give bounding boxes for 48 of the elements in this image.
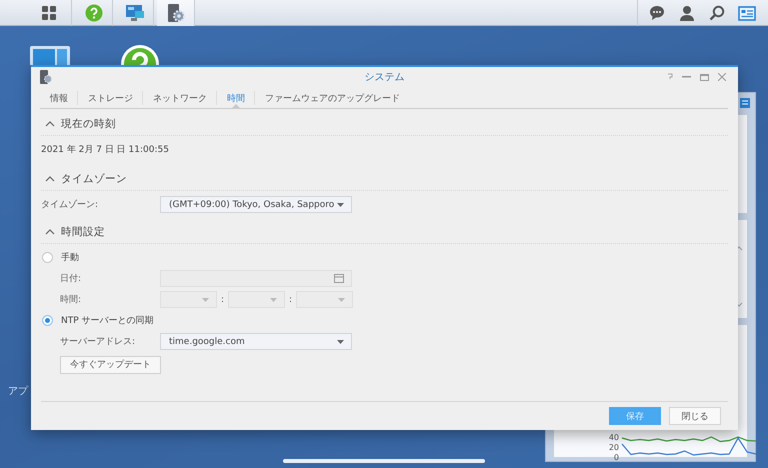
radio-label[interactable]: NTP サーバーとの同期 — [61, 314, 154, 327]
dropdown-arrow-icon — [337, 202, 344, 206]
taskbar-button[interactable] — [157, 0, 195, 26]
calendar-icon — [334, 274, 344, 283]
settings-icon — [39, 70, 53, 84]
chevron-up-icon[interactable] — [45, 229, 55, 235]
section-title: 現在の時刻 — [61, 117, 116, 131]
settings-icon — [166, 3, 186, 23]
close-button[interactable]: 閉じる — [669, 407, 721, 425]
tab[interactable]: ファームウェアのアップグレード — [255, 88, 410, 108]
field-label: 時間: — [60, 294, 82, 306]
desktop-icon-label: アプ — [8, 384, 28, 398]
dropdown-arrow-icon — [338, 298, 345, 302]
help-icon — [84, 4, 102, 22]
dropdown[interactable]: (GMT+09:00) Tokyo, Osaka, Sapporo — [160, 196, 352, 213]
field-label: タイムゾーン: — [41, 198, 100, 211]
dropdown-arrow-icon — [270, 298, 277, 302]
maximize-icon[interactable] — [700, 74, 709, 80]
time-separator: : — [220, 294, 226, 304]
monitor-icon — [124, 4, 144, 22]
field-label: 日付: — [60, 272, 82, 285]
radio-label[interactable]: 手動 — [61, 251, 79, 264]
section-title: 時間設定 — [61, 225, 105, 239]
user-icon — [679, 5, 695, 21]
time-separator: : — [288, 294, 294, 304]
chat-icon — [649, 5, 665, 21]
section-title: タイムゾーン — [61, 172, 127, 186]
radio-button[interactable] — [42, 252, 53, 263]
field-label: サーバーアドレス: — [60, 336, 136, 348]
axis-label: 0 — [614, 453, 619, 462]
dropdown-arrow-icon — [202, 298, 209, 302]
minimize-icon[interactable] — [682, 76, 691, 78]
search-icon — [709, 5, 725, 21]
monitor-icon[interactable] — [30, 46, 70, 65]
update-now-button[interactable]: 今すぐアップデート — [60, 356, 161, 374]
close-icon[interactable] — [718, 73, 726, 81]
axis-label: 40 — [608, 433, 619, 442]
widget-icon[interactable] — [740, 98, 750, 108]
dropdown-arrow-icon — [337, 340, 344, 344]
current-time-text: 2021 年 2月 7 日 日 11:00:55 — [41, 144, 169, 157]
chevron-up-icon[interactable] — [45, 176, 55, 182]
radio-button[interactable] — [42, 315, 53, 326]
axis-label: 20 — [608, 443, 619, 452]
widget-icon — [738, 6, 756, 20]
chevron-up-icon[interactable] — [45, 121, 55, 127]
window-title: システム — [364, 72, 404, 83]
dropdown[interactable]: time.google.com — [160, 333, 352, 350]
grid-icon — [41, 6, 57, 20]
